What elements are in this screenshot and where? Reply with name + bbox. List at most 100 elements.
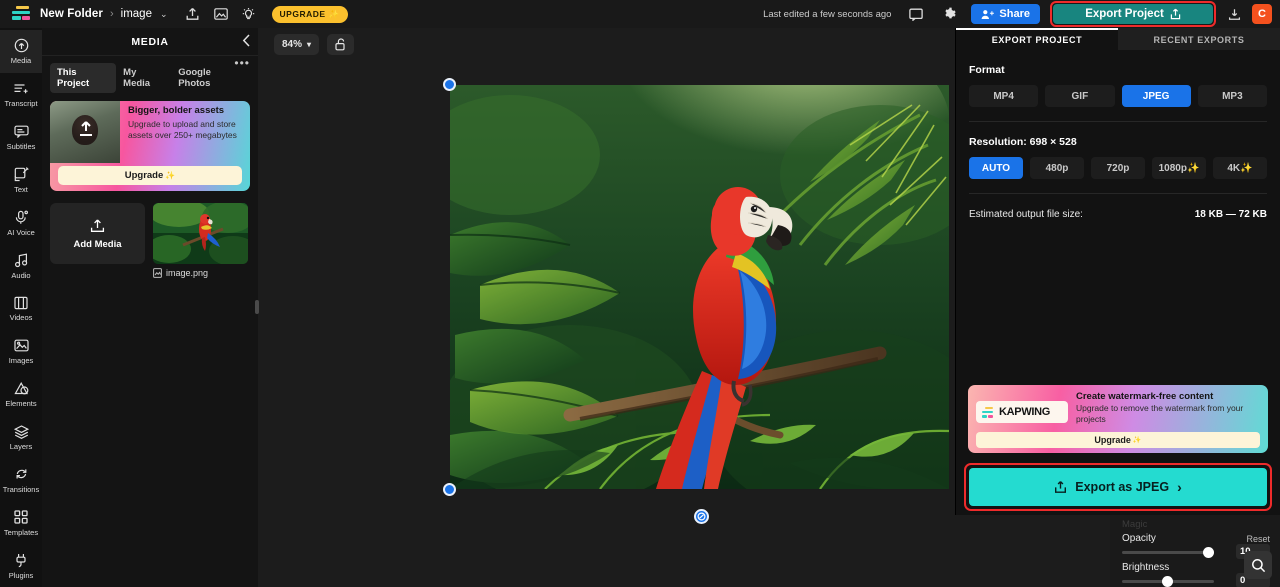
sidebar-item-plugins[interactable]: Plugins (0, 544, 42, 587)
brightness-slider-knob[interactable] (1162, 576, 1173, 587)
format-options: MP4 GIF JPEG MP3 (969, 85, 1267, 107)
breadcrumb-project[interactable]: image (121, 8, 152, 20)
avatar[interactable]: C (1252, 4, 1272, 24)
resolution-option-1080p[interactable]: 1080p✨ (1152, 157, 1206, 179)
unlock-icon[interactable] (327, 34, 355, 55)
format-option-mp4[interactable]: MP4 (969, 85, 1039, 107)
adjust-ghost-label: Magic (1122, 519, 1148, 530)
media-tabs: This Project My Media Google Photos ••• (42, 56, 258, 93)
media-grid: Add Media image.png (42, 191, 258, 278)
zoom-control[interactable]: 84% ▾ (274, 34, 320, 55)
resize-handle-bottom-left[interactable] (443, 483, 456, 496)
export-project-highlight: Export Project (1050, 1, 1216, 27)
upgrade-pill-button[interactable]: UPGRADE ✨ (271, 5, 348, 23)
promo-card[interactable]: Bigger, bolder assets Upgrade to upload … (50, 101, 250, 191)
share-export-icon (1170, 8, 1181, 20)
upload-arrow-icon (80, 121, 92, 136)
resolution-option-auto[interactable]: AUTO (969, 157, 1023, 179)
kapwing-logo-icon[interactable] (12, 5, 34, 23)
sidebar-label: Videos (9, 313, 33, 323)
rotate-handle-icon[interactable] (694, 509, 709, 524)
elements-icon (13, 380, 29, 397)
sidebar-item-ai-voice[interactable]: AI Voice (0, 201, 42, 244)
sidebar-item-layers[interactable]: Layers (0, 416, 42, 459)
tab-recent-exports[interactable]: RECENT EXPORTS (1118, 28, 1280, 50)
upload-icon (90, 218, 105, 234)
download-icon[interactable] (1222, 3, 1246, 25)
tab-my-media[interactable]: My Media (116, 63, 171, 93)
sidebar-item-images[interactable]: Images (0, 330, 42, 373)
format-option-mp3[interactable]: MP3 (1197, 85, 1267, 107)
promo-upgrade-button[interactable]: Upgrade ✨ (58, 166, 242, 185)
sidebar-item-videos[interactable]: Videos (0, 287, 42, 330)
sidebar-item-transcript[interactable]: Transcript (0, 73, 42, 116)
opacity-row-header: Opacity Reset (1122, 533, 1270, 544)
top-bar: New Folder › image ⌄ UPGRADE ✨ Last edit… (0, 0, 1280, 28)
share-button[interactable]: Share (971, 4, 1040, 24)
ai-voice-icon (14, 209, 29, 226)
gallery-icon[interactable] (208, 3, 234, 25)
tab-this-project[interactable]: This Project (50, 63, 117, 93)
media-panel-header: MEDIA (42, 28, 258, 56)
sidebar-item-media[interactable]: Media (0, 30, 42, 73)
resolution-option-480p[interactable]: 480p (1030, 157, 1084, 179)
resolution-label: Resolution: 698 × 528 (969, 136, 1077, 148)
watermark-body: Upgrade to remove the watermark from you… (1076, 403, 1244, 424)
sidebar-item-elements[interactable]: Elements (0, 373, 42, 416)
add-media-button[interactable]: Add Media (50, 203, 145, 264)
text-icon (14, 166, 29, 183)
sidebar-item-subtitles[interactable]: Subtitles (0, 116, 42, 159)
sidebar-label: Elements (5, 399, 37, 409)
zoom-level-value: 84% (282, 39, 303, 50)
format-option-gif[interactable]: GIF (1045, 85, 1115, 107)
opacity-slider[interactable] (1122, 546, 1214, 558)
panel-resize-handle[interactable] (255, 300, 259, 314)
chevron-down-icon[interactable]: ⌄ (160, 9, 168, 20)
more-options-icon[interactable]: ••• (234, 56, 250, 70)
media-asset-filename: image.png (166, 268, 209, 278)
media-asset[interactable]: image.png (153, 203, 248, 278)
breadcrumb-folder[interactable]: New Folder (40, 8, 103, 20)
sidebar-item-audio[interactable]: Audio (0, 244, 42, 287)
resolution-option-720p[interactable]: 720p (1091, 157, 1145, 179)
search-icon[interactable] (1244, 551, 1272, 579)
opacity-reset-button[interactable]: Reset (1246, 534, 1270, 544)
resolution-option-4k[interactable]: 4K✨ (1213, 157, 1267, 179)
sidebar-item-templates[interactable]: Templates (0, 501, 42, 544)
sidebar-label: Templates (3, 527, 39, 537)
export-as-jpeg-button[interactable]: Export as JPEG › (969, 468, 1267, 506)
media-thumbnail[interactable] (153, 203, 248, 264)
transcript-icon (13, 80, 29, 97)
sparkle-icon: ✨ (165, 171, 176, 180)
opacity-slider-knob[interactable] (1203, 547, 1214, 558)
gear-icon[interactable] (937, 3, 963, 25)
videos-icon (14, 294, 28, 311)
audio-icon (14, 252, 29, 269)
format-option-jpeg[interactable]: JPEG (1121, 85, 1191, 107)
kapwing-logo-text: KAPWING (999, 406, 1051, 418)
export-project-button[interactable]: Export Project (1053, 4, 1213, 24)
brightness-slider[interactable] (1122, 575, 1214, 587)
layers-icon (13, 423, 29, 440)
sidebar-item-transitions[interactable]: Transitions (0, 458, 42, 501)
lightbulb-icon[interactable] (236, 3, 262, 25)
filesize-label: Estimated output file size: (969, 209, 1083, 220)
export-project-label: Export Project (1085, 8, 1164, 20)
watermark-upsell-card[interactable]: KAPWING Create watermark-free content Up… (968, 385, 1268, 453)
canvas-parrot-image[interactable] (450, 85, 949, 489)
upgrade-pill-label: UPGRADE (279, 9, 326, 19)
add-media-label: Add Media (73, 238, 122, 250)
canvas-selection[interactable] (443, 78, 949, 524)
promo-upgrade-label: Upgrade (124, 170, 164, 181)
chevron-left-icon[interactable] (242, 34, 251, 47)
comment-icon[interactable] (903, 3, 929, 25)
tab-export-project[interactable]: EXPORT PROJECT (956, 28, 1118, 50)
image-file-icon (153, 268, 162, 278)
transitions-icon (14, 466, 29, 483)
resize-handle-top-left[interactable] (443, 78, 456, 91)
watermark-upgrade-button[interactable]: Upgrade ✨ (976, 432, 1260, 448)
upload-icon[interactable] (180, 3, 206, 25)
left-rail: Media Transcript Subtitles Text AI Voice… (0, 28, 42, 587)
sidebar-label: Text (14, 184, 28, 194)
sidebar-item-text[interactable]: Text (0, 159, 42, 202)
